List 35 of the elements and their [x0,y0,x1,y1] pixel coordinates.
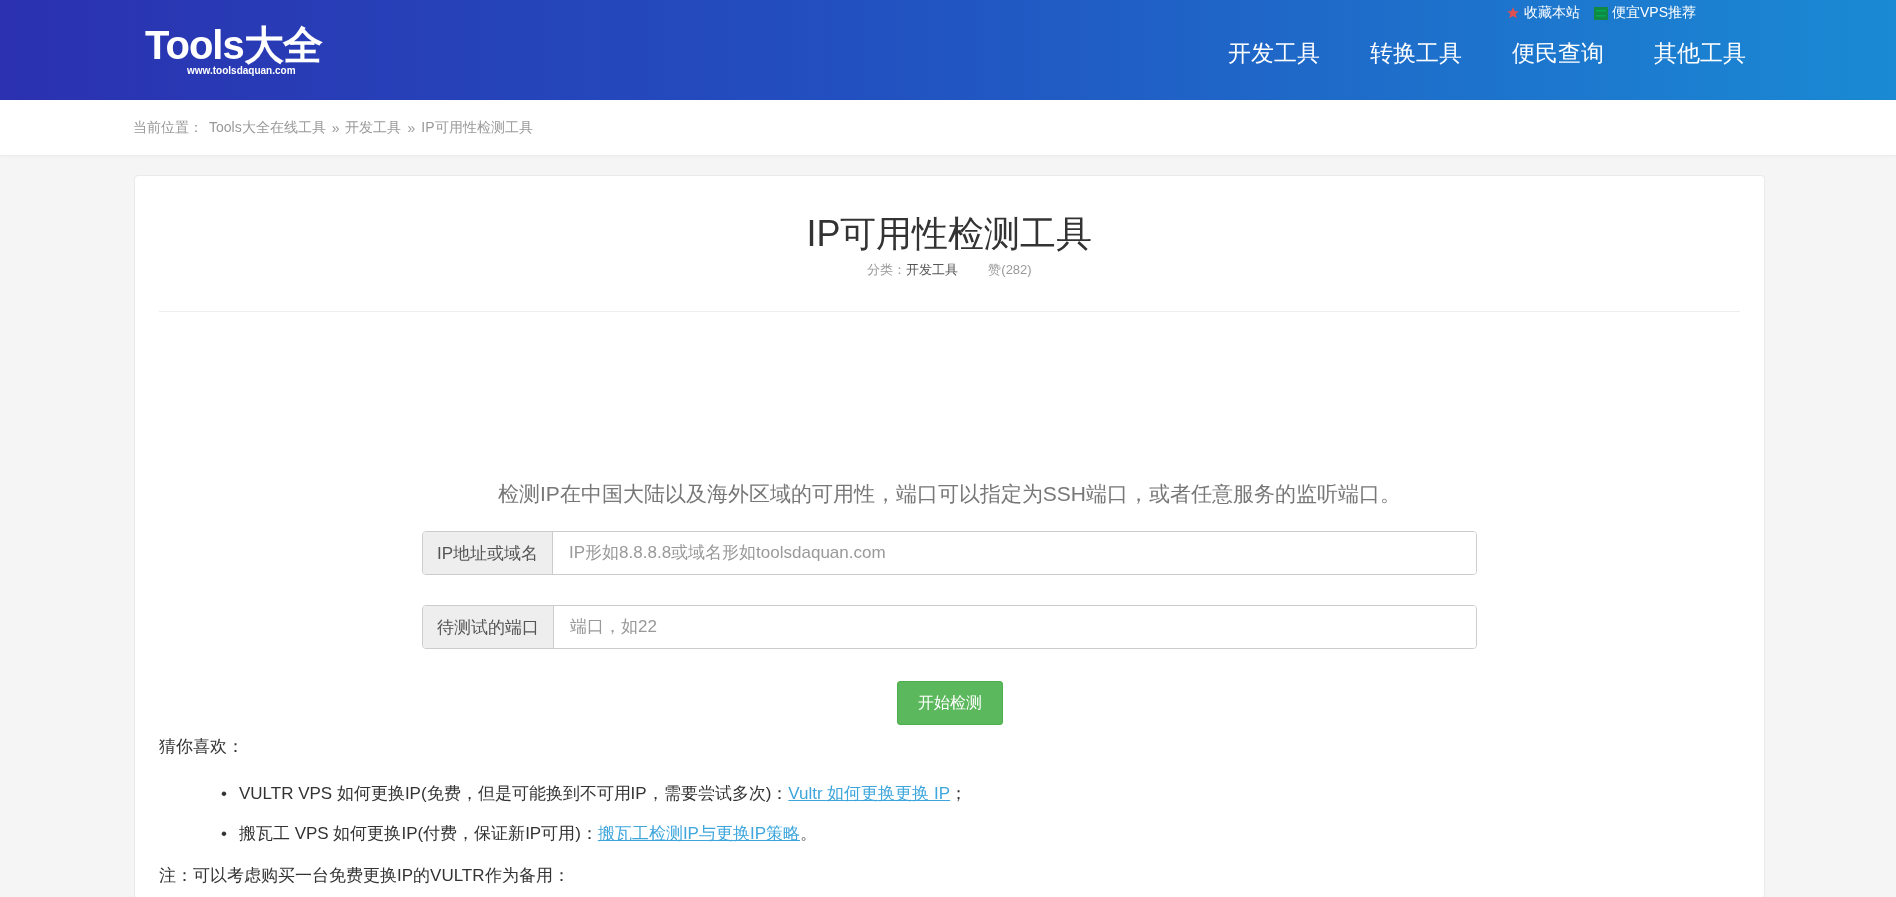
nav-item[interactable]: 转换工具 [1370,38,1462,69]
field-label: 待测试的端口 [423,606,554,648]
list-bullet: • [221,784,227,804]
tool-description: 检测IP在中国大陆以及海外区域的可用性，端口可以指定为SSH端口，或者任意服务的监听端口。 [497,481,1402,507]
top-link[interactable]: 收藏本站 [1506,4,1580,22]
field-label: IP地址或域名 [423,532,554,574]
server-icon [1594,6,1608,20]
article-link[interactable]: Vultr 如何更换更换 IP [788,784,951,803]
input-field[interactable]: IP地址或域名 IP形如8.8.8.8或域名形如toolsdaquan.com [422,531,1477,575]
start-button[interactable]: 开始检测 [896,681,1003,725]
breadcrumb-separator: » [331,119,340,136]
recommend-heading: 猜你喜欢： [159,736,245,758]
likes-count: 赞(282) [988,261,1032,279]
link-label: 收藏本站 [1524,4,1580,22]
nav-item[interactable]: 其他工具 [1654,38,1746,69]
top-link[interactable]: 便宜VPS推荐 [1594,4,1696,22]
input-field[interactable]: 待测试的端口 端口，如22 [422,605,1477,649]
recommend-item: 搬瓦工 VPS 如何更换IP(付费，保证新IP可用)：搬瓦工检测IP与更换IP策略。 [238,823,817,845]
nav-item[interactable]: 开发工具 [1228,38,1320,69]
breadcrumb-separator: » [407,119,416,136]
link-label: 便宜VPS推荐 [1612,4,1696,22]
breadcrumb-link[interactable]: IP可用性检测工具 [421,118,533,137]
article-link[interactable]: 搬瓦工检测IP与更换IP策略 [597,824,800,843]
site-logo[interactable]: Tools大全 www.toolsdaquan.com [145,0,322,100]
category-link[interactable]: 开发工具 [906,262,959,277]
star-icon [1506,6,1520,20]
list-bullet: • [221,824,227,844]
breadcrumb-link[interactable]: Tools大全在线工具 [209,118,326,137]
breadcrumb-link[interactable]: 开发工具 [345,118,402,137]
breadcrumb-prefix: 当前位置： [133,118,203,137]
category-label: 分类： [867,262,907,277]
nav-item[interactable]: 便民查询 [1512,38,1604,69]
tool-title: IP可用性检测工具 [805,212,1094,256]
recommend-item: VULTR VPS 如何更换IP(免费，但是可能换到不可用IP，需要尝试多次)：Vultr 如何更换更换 IP； [238,783,968,805]
note-text: 注：可以考虑购买一台免费更换IP的VULTR作为备用： [159,866,571,886]
